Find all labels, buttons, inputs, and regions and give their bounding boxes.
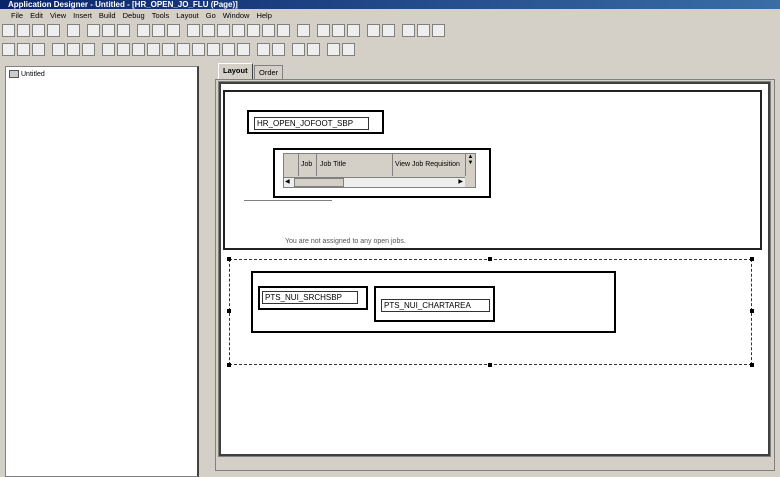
frame-icon[interactable] xyxy=(2,43,15,56)
menu-window[interactable]: Window xyxy=(223,11,250,20)
edit-box-icon[interactable] xyxy=(132,43,145,56)
align-bottom-icon[interactable] xyxy=(382,24,395,37)
menu-layout[interactable]: Layout xyxy=(176,11,199,20)
chart-subpage-frame[interactable]: PTS_NUI_CHARTAREA xyxy=(374,286,495,322)
checkbox-icon[interactable] xyxy=(102,43,115,56)
menu-debug[interactable]: Debug xyxy=(123,11,145,20)
button-icon[interactable] xyxy=(192,43,205,56)
menu-file[interactable]: File xyxy=(11,11,23,20)
subpage-pts-nui-chartarea[interactable]: PTS_NUI_CHARTAREA xyxy=(381,299,490,312)
page-icon[interactable] xyxy=(202,24,215,37)
subpage-hr-open-jofoot-sbp[interactable]: HR_OPEN_JOFOOT_SBP xyxy=(254,117,369,130)
definition-icon[interactable] xyxy=(217,24,230,37)
tab-order[interactable]: Order xyxy=(254,65,283,79)
save-icon[interactable] xyxy=(32,24,45,37)
text-icon[interactable] xyxy=(52,43,65,56)
group-box-bottom-selected[interactable]: PTS_NUI_SRCHSBP PTS_NUI_CHARTAREA xyxy=(229,259,752,365)
group-box-top[interactable]: HR_OPEN_JOFOOT_SBP Job Job Title View Jo… xyxy=(223,90,762,250)
radio-icon[interactable] xyxy=(207,43,220,56)
layout-icon[interactable] xyxy=(417,24,430,37)
new-icon[interactable] xyxy=(2,24,15,37)
window-title: Application Designer - Untitled - [HR_OP… xyxy=(8,0,238,9)
static-image-icon[interactable] xyxy=(162,43,175,56)
menu-insert[interactable]: Insert xyxy=(73,11,92,20)
properties-icon[interactable] xyxy=(137,24,150,37)
tab-label: Layout xyxy=(223,66,248,75)
align-right-icon[interactable] xyxy=(332,24,345,37)
open-icon[interactable] xyxy=(17,24,30,37)
project-icon xyxy=(9,70,19,78)
vertical-scrollbar[interactable]: ▲▼ xyxy=(465,154,475,176)
grid-control-icon[interactable] xyxy=(177,43,190,56)
compile-icon[interactable] xyxy=(232,24,245,37)
test-icon[interactable] xyxy=(247,24,260,37)
save-all-icon[interactable] xyxy=(47,24,60,37)
group-box-icon[interactable] xyxy=(17,43,30,56)
no-jobs-message: You are not assigned to any open jobs. xyxy=(285,238,406,245)
scroll-thumb[interactable] xyxy=(294,178,344,187)
grid-column-job[interactable]: Job xyxy=(300,154,317,176)
lock-icon[interactable] xyxy=(152,24,165,37)
menu-tools[interactable]: Tools xyxy=(152,11,170,20)
align-left-icon[interactable] xyxy=(297,24,310,37)
drop-down-icon[interactable] xyxy=(117,43,130,56)
image-icon[interactable] xyxy=(67,43,80,56)
tab-layout[interactable]: Layout xyxy=(218,63,253,79)
align-top-icon[interactable] xyxy=(347,24,360,37)
standard-toolbar xyxy=(0,22,447,39)
paste-icon[interactable] xyxy=(117,24,130,37)
scroll-area-icon[interactable] xyxy=(257,43,270,56)
grid-column-view-job-requisition[interactable]: View Job Requisition xyxy=(394,154,464,176)
menu-build[interactable]: Build xyxy=(99,11,116,20)
align-center-icon[interactable] xyxy=(317,24,330,37)
tree-item-untitled[interactable]: Untitled xyxy=(9,70,45,78)
analytic-grid-icon[interactable] xyxy=(342,43,355,56)
menu-view[interactable]: View xyxy=(50,11,66,20)
secondary-page-icon[interactable] xyxy=(292,43,305,56)
print-icon[interactable] xyxy=(67,24,80,37)
tree-item-label: Untitled xyxy=(21,71,45,78)
find-icon[interactable] xyxy=(187,24,200,37)
long-edit-icon[interactable] xyxy=(147,43,160,56)
title-bar: Application Designer - Untitled - [HR_OP… xyxy=(0,0,780,9)
horizontal-rule-icon[interactable] xyxy=(307,43,320,56)
page-controls-toolbar xyxy=(0,41,357,58)
page-editor: Layout Order HR_OPEN_JOFOOT_SBP Job Job … xyxy=(213,62,780,477)
help-icon[interactable] xyxy=(432,24,445,37)
align-icon[interactable] xyxy=(277,24,290,37)
tree-icon[interactable] xyxy=(222,43,235,56)
grid-icon[interactable] xyxy=(237,43,250,56)
chart-icon[interactable] xyxy=(327,43,340,56)
tab-label: Order xyxy=(259,68,278,77)
search-subpage-frame[interactable]: PTS_NUI_SRCHSBP xyxy=(258,286,368,310)
project-icon[interactable] xyxy=(167,24,180,37)
align-middle-icon[interactable] xyxy=(367,24,380,37)
scroll-bar-icon[interactable] xyxy=(272,43,285,56)
job-grid[interactable]: Job Job Title View Job Requisition ▲▼ ◀ … xyxy=(283,153,476,188)
menu-go[interactable]: Go xyxy=(206,11,216,20)
menu-bar: File Edit View Insert Build Debug Tools Layout G… xyxy=(0,9,780,21)
grid-icon[interactable] xyxy=(402,24,415,37)
project-workspace[interactable]: Untitled xyxy=(5,66,199,477)
menu-help[interactable]: Help xyxy=(256,11,271,20)
page-canvas[interactable]: HR_OPEN_JOFOOT_SBP Job Job Title View Jo… xyxy=(219,82,770,456)
horizontal-rule xyxy=(244,200,332,201)
subpage-pts-nui-srchsbp[interactable]: PTS_NUI_SRCHSBP xyxy=(262,291,358,304)
horizontal-scrollbar[interactable]: ◀ ▶ xyxy=(284,177,465,187)
push-button-icon[interactable] xyxy=(82,43,95,56)
list-icon[interactable] xyxy=(262,24,275,37)
grid-frame[interactable]: Job Job Title View Job Requisition ▲▼ ◀ … xyxy=(273,148,491,198)
search-chart-frame[interactable]: PTS_NUI_SRCHSBP PTS_NUI_CHARTAREA xyxy=(251,271,616,333)
grid-column-job-title[interactable]: Job Title xyxy=(318,154,393,176)
cut-icon[interactable] xyxy=(87,24,100,37)
subpage-frame[interactable]: HR_OPEN_JOFOOT_SBP xyxy=(247,110,384,134)
copy-icon[interactable] xyxy=(102,24,115,37)
menu-edit[interactable]: Edit xyxy=(30,11,43,20)
line-icon[interactable] xyxy=(32,43,45,56)
grid-row-header xyxy=(284,154,299,176)
